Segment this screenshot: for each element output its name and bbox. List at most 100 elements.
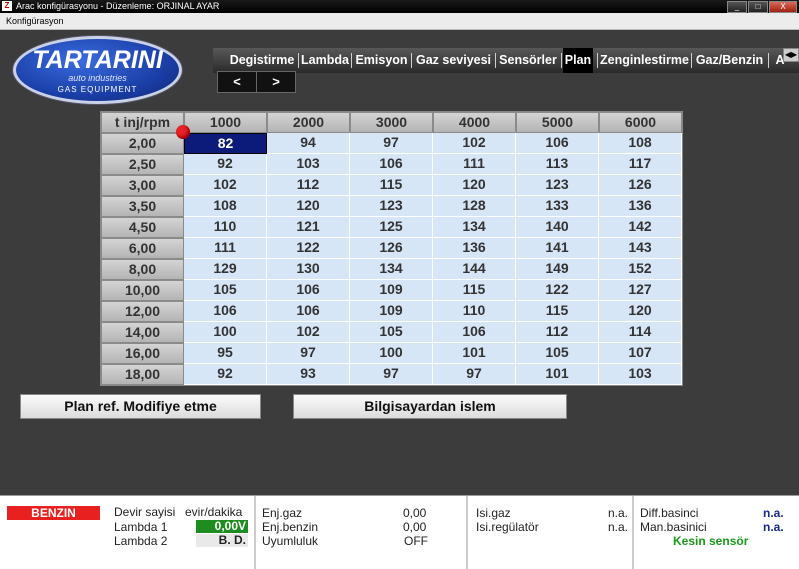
map-cell[interactable]: 122: [267, 238, 350, 259]
map-cell[interactable]: 97: [350, 133, 433, 154]
map-cell[interactable]: 97: [433, 364, 516, 385]
map-cell[interactable]: 133: [516, 196, 599, 217]
computer-process-button[interactable]: Bilgisayardan islem: [293, 394, 567, 419]
map-cell[interactable]: 122: [516, 280, 599, 301]
man-basinici-label: Man.basinici: [640, 520, 707, 534]
map-cell[interactable]: 143: [599, 238, 682, 259]
map-cell[interactable]: 100: [184, 322, 267, 343]
map-cell[interactable]: 126: [350, 238, 433, 259]
rpm-column-header: 6000: [599, 112, 682, 133]
tab-emisyon[interactable]: Emisyon: [353, 48, 410, 73]
map-cell[interactable]: 115: [433, 280, 516, 301]
map-cell[interactable]: 103: [599, 364, 682, 385]
lambda1-label: Lambda 1: [114, 520, 168, 534]
map-cell[interactable]: 106: [350, 154, 433, 175]
map-cell[interactable]: 115: [516, 301, 599, 322]
map-cell[interactable]: 101: [433, 343, 516, 364]
map-cell[interactable]: 106: [433, 322, 516, 343]
map-cell[interactable]: 112: [516, 322, 599, 343]
tab-degistirme[interactable]: Degistirme: [227, 48, 297, 73]
map-cell[interactable]: 101: [516, 364, 599, 385]
lambda2-label: Lambda 2: [114, 534, 168, 548]
logo-tagline: auto industries: [68, 73, 127, 83]
map-cell[interactable]: 108: [184, 196, 267, 217]
map-cell[interactable]: 97: [350, 364, 433, 385]
minimize-icon[interactable]: _: [727, 1, 747, 13]
map-cell[interactable]: 113: [516, 154, 599, 175]
map-cell[interactable]: 142: [599, 217, 682, 238]
map-cell[interactable]: 108: [599, 133, 682, 154]
map-cell[interactable]: 111: [433, 154, 516, 175]
map-cell[interactable]: 102: [267, 322, 350, 343]
map-cell[interactable]: 115: [350, 175, 433, 196]
map-cell[interactable]: 123: [516, 175, 599, 196]
map-cell[interactable]: 120: [599, 301, 682, 322]
map-cell[interactable]: 112: [267, 175, 350, 196]
map-cell[interactable]: 106: [516, 133, 599, 154]
injection-map-table: t inj/rpm 1000 2000 3000 4000 5000 6000 2,00 82 9…: [100, 111, 683, 386]
map-cell[interactable]: 144: [433, 259, 516, 280]
map-cell[interactable]: 110: [433, 301, 516, 322]
map-cell[interactable]: 121: [267, 217, 350, 238]
maximize-icon[interactable]: □: [748, 1, 768, 13]
map-cell[interactable]: 93: [267, 364, 350, 385]
map-cell[interactable]: 105: [350, 322, 433, 343]
tinj-row-header: 8,00: [101, 259, 184, 280]
map-cell[interactable]: 97: [267, 343, 350, 364]
map-cell[interactable]: 109: [350, 280, 433, 301]
tab-separator: [597, 53, 598, 68]
map-cell[interactable]: 110: [184, 217, 267, 238]
map-cell[interactable]: 106: [267, 301, 350, 322]
map-cell[interactable]: 126: [599, 175, 682, 196]
map-cell[interactable]: 109: [350, 301, 433, 322]
map-cell[interactable]: 149: [516, 259, 599, 280]
map-cell[interactable]: 117: [599, 154, 682, 175]
menu-konfigurasyon[interactable]: Konfigürasyon: [6, 16, 64, 26]
map-cell[interactable]: 125: [350, 217, 433, 238]
map-cell[interactable]: 95: [184, 343, 267, 364]
tab-zenginlestirme[interactable]: Zenginlestirme: [599, 48, 690, 73]
tab-gaz-seviyesi[interactable]: Gaz seviyesi: [413, 48, 494, 73]
map-cell[interactable]: 136: [599, 196, 682, 217]
tab-sens-rler[interactable]: Sensörler: [497, 48, 559, 73]
map-cell[interactable]: 106: [267, 280, 350, 301]
map-cell[interactable]: 120: [433, 175, 516, 196]
map-cell[interactable]: 136: [433, 238, 516, 259]
isi-gaz-label: Isi.gaz: [476, 506, 511, 520]
map-cell[interactable]: 100: [350, 343, 433, 364]
map-cell[interactable]: 123: [350, 196, 433, 217]
tinj-row-header: 2,00: [101, 133, 184, 154]
map-cell[interactable]: 102: [433, 133, 516, 154]
map-cell[interactable]: 102: [184, 175, 267, 196]
map-cell[interactable]: 141: [516, 238, 599, 259]
map-cell[interactable]: 120: [267, 196, 350, 217]
tab-scroll-icon[interactable]: ◀▶: [783, 48, 799, 62]
map-cell[interactable]: 140: [516, 217, 599, 238]
prev-button[interactable]: <: [217, 71, 257, 93]
map-cell[interactable]: 107: [599, 343, 682, 364]
map-cell[interactable]: 106: [184, 301, 267, 322]
map-cell[interactable]: 152: [599, 259, 682, 280]
map-cell[interactable]: 129: [184, 259, 267, 280]
devir-unit: evir/dakika: [185, 505, 243, 519]
plan-ref-modify-button[interactable]: Plan ref. Modifiye etme: [20, 394, 261, 419]
map-cell[interactable]: 94: [267, 133, 350, 154]
map-cell[interactable]: 92: [184, 364, 267, 385]
map-cell[interactable]: 134: [350, 259, 433, 280]
selected-map-cell[interactable]: 82: [184, 133, 267, 154]
map-cell[interactable]: 105: [516, 343, 599, 364]
map-cell[interactable]: 105: [184, 280, 267, 301]
map-cell[interactable]: 130: [267, 259, 350, 280]
map-cell[interactable]: 128: [433, 196, 516, 217]
close-icon[interactable]: X: [769, 1, 797, 13]
tab-gaz-benzin[interactable]: Gaz/Benzin: [693, 48, 766, 73]
next-button[interactable]: >: [256, 71, 296, 93]
map-cell[interactable]: 114: [599, 322, 682, 343]
tab-plan[interactable]: Plan: [563, 48, 593, 73]
map-cell[interactable]: 92: [184, 154, 267, 175]
map-cell[interactable]: 127: [599, 280, 682, 301]
tab-lambda[interactable]: Lambda: [300, 48, 350, 73]
map-cell[interactable]: 111: [184, 238, 267, 259]
map-cell[interactable]: 103: [267, 154, 350, 175]
map-cell[interactable]: 134: [433, 217, 516, 238]
